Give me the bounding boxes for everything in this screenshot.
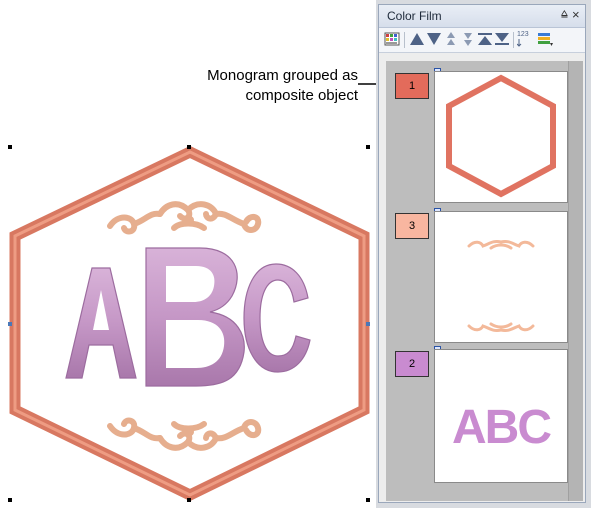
sequence-number-icon[interactable]: 123: [517, 31, 535, 47]
color-swatch-3[interactable]: 3: [395, 213, 429, 239]
sequence-number-label: 123: [517, 31, 529, 38]
raise-icon[interactable]: [443, 31, 459, 47]
color-bars-icon[interactable]: [537, 31, 553, 47]
vertical-scrollbar[interactable]: [568, 61, 583, 501]
selection-handle-bottom-center[interactable]: [187, 498, 191, 502]
toolbar-separator: [513, 32, 514, 48]
move-down-icon[interactable]: [426, 31, 442, 47]
film-strip[interactable]: 1 3 2 ABC: [386, 61, 583, 501]
swatch-number-1: 1: [408, 80, 416, 92]
selection-handle-bottom-left[interactable]: [8, 498, 12, 502]
panel-frame: Color Film ⩠ × 123 1 3 2 ABC: [378, 4, 586, 503]
frame-1-preview: [446, 74, 556, 198]
move-to-top-icon[interactable]: [477, 31, 493, 47]
film-frame-3[interactable]: ABC: [434, 349, 568, 483]
pin-icon[interactable]: ⩠: [561, 8, 568, 21]
close-icon[interactable]: ×: [572, 7, 580, 22]
frame-3-letters: ABC: [452, 401, 552, 454]
selection-handle-top-right[interactable]: [366, 145, 370, 149]
selection-handle-bottom-right[interactable]: [366, 498, 370, 502]
move-to-bottom-icon[interactable]: [494, 31, 510, 47]
color-film-panel: Color Film ⩠ × 123 1 3 2 ABC: [376, 0, 591, 508]
selection-handle-middle-right[interactable]: [366, 322, 370, 326]
film-frame-2[interactable]: [434, 211, 568, 343]
lower-icon[interactable]: [460, 31, 476, 47]
callout-annotation: Monogram grouped as composite object: [130, 66, 358, 106]
panel-titlebar[interactable]: Color Film ⩠ ×: [379, 5, 585, 28]
film-frame-1[interactable]: [434, 71, 568, 203]
move-up-icon[interactable]: [409, 31, 425, 47]
swatch-number-3: 3: [408, 220, 416, 232]
toolbar-separator: [404, 32, 405, 48]
panel-title: Color Film: [387, 9, 442, 23]
selection-handle-top-left[interactable]: [8, 145, 12, 149]
color-grid-icon[interactable]: [384, 31, 400, 47]
callout-line-2: composite object: [245, 87, 358, 104]
color-swatch-1[interactable]: 1: [395, 73, 429, 99]
callout-line-1: Monogram grouped as: [207, 67, 358, 84]
design-canvas[interactable]: Monogram grouped as composite object: [0, 0, 390, 508]
swatch-number-2: 2: [408, 358, 416, 370]
panel-toolbar: 123: [379, 28, 585, 53]
color-swatch-2[interactable]: 2: [395, 351, 429, 377]
selection-handle-middle-left[interactable]: [8, 322, 12, 326]
frame-2-preview: [467, 240, 535, 332]
selection-handle-top-center[interactable]: [187, 145, 191, 149]
